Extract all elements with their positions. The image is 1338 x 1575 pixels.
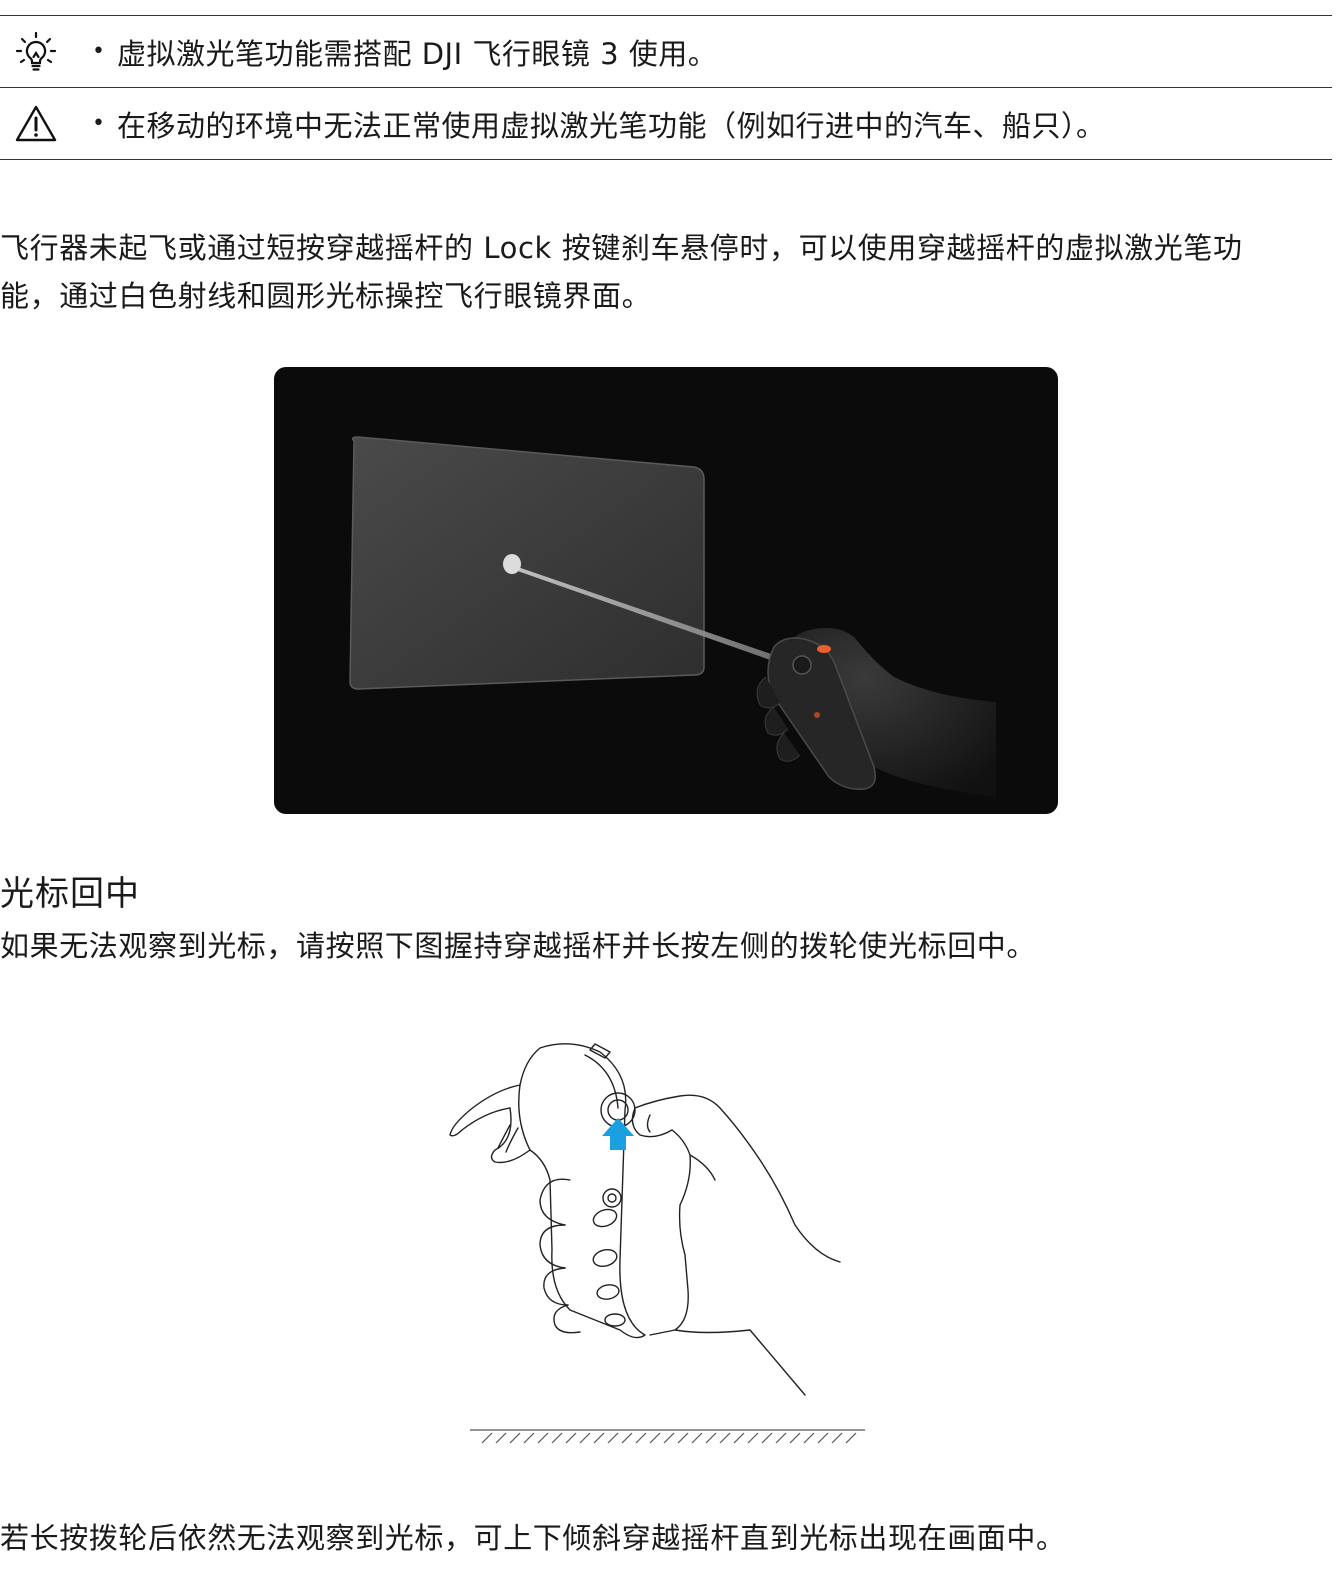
section-text: 如果无法观察到光标，请按照下图握持穿越摇杆并长按左侧的拨轮使光标回中。	[0, 929, 1037, 963]
warning-icon	[0, 88, 72, 160]
bullet: •	[92, 110, 105, 136]
intro-line-2: 能，通过白色射线和圆形光标操控飞行眼镜界面。	[0, 279, 652, 313]
note-row-warning: • 在移动的环境中无法正常使用虚拟激光笔功能（例如行进中的汽车、船只）。	[0, 88, 1332, 160]
bullet: •	[92, 38, 105, 64]
laser-pointer-photo	[274, 367, 1058, 814]
note-row-tip: • 虚拟激光笔功能需搭配 DJI 飞行眼镜 3 使用。	[0, 16, 1332, 88]
note-text-warning: 在移动的环境中无法正常使用虚拟激光笔功能（例如行进中的汽车、船只）。	[116, 108, 1106, 143]
notes-table: • 虚拟激光笔功能需搭配 DJI 飞行眼镜 3 使用。 • 在移动的环境中无法正…	[0, 15, 1332, 160]
lightbulb-icon	[0, 16, 72, 88]
section-heading: 光标回中	[0, 874, 140, 914]
intro-line-1: 飞行器未起飞或通过短按穿越摇杆的 Lock 按键刹车悬停时，可以使用穿越摇杆的虚…	[0, 231, 1243, 265]
footer-text: 若长按拨轮后依然无法观察到光标，可上下倾斜穿越摇杆直到光标出现在画面中。	[0, 1521, 1066, 1555]
intro-paragraph: 飞行器未起飞或通过短按穿越摇杆的 Lock 按键刹车悬停时，可以使用穿越摇杆的虚…	[0, 224, 1334, 320]
recenter-illustration	[440, 1030, 880, 1450]
note-text-tip: 虚拟激光笔功能需搭配 DJI 飞行眼镜 3 使用。	[116, 36, 718, 71]
